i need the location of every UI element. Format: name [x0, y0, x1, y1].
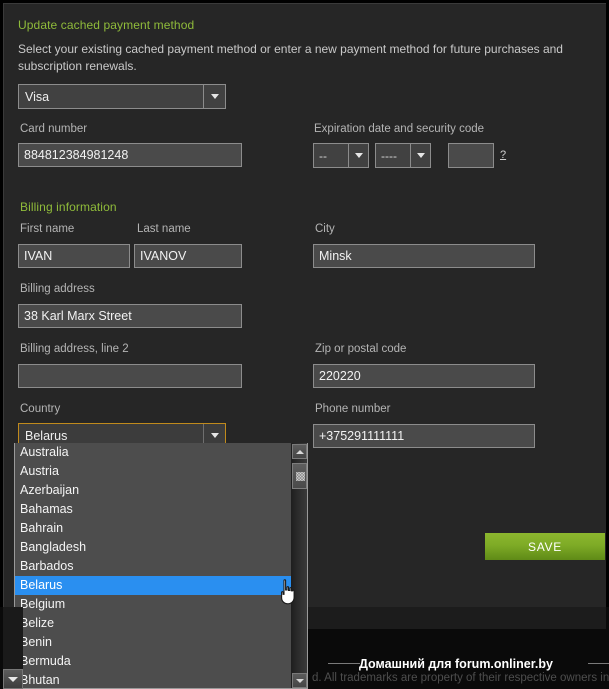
country-label: Country: [20, 403, 61, 415]
zip-input[interactable]: [313, 364, 535, 388]
billing-section-title: Billing information: [20, 200, 117, 214]
city-label: City: [315, 223, 335, 235]
payment-method-select[interactable]: Visa: [18, 84, 226, 109]
country-option[interactable]: Belize: [15, 614, 292, 633]
country-option[interactable]: Bangladesh: [15, 538, 292, 557]
card-number-label: Card number: [20, 123, 88, 135]
grip-icon: [296, 472, 305, 481]
save-button[interactable]: SAVE: [485, 533, 605, 560]
page-title: Update cached payment method: [18, 18, 195, 32]
last-name-input[interactable]: [134, 244, 242, 268]
security-code-input[interactable]: [448, 143, 494, 168]
scroll-down-arrow-icon[interactable]: [292, 673, 307, 688]
legal-text: d. All trademarks are property of their …: [312, 672, 609, 684]
country-option[interactable]: Bermuda: [15, 652, 292, 671]
country-option[interactable]: Bhutan: [15, 671, 292, 688]
scroll-up-arrow-icon[interactable]: [292, 444, 307, 459]
country-option[interactable]: Barbados: [15, 557, 292, 576]
zip-label: Zip or postal code: [315, 343, 407, 355]
first-name-label: First name: [20, 223, 75, 235]
billing-address-2-label: Billing address, line 2: [20, 343, 129, 355]
scroll-down-arrow-icon[interactable]: [3, 669, 23, 689]
country-option[interactable]: Belarus: [15, 576, 307, 595]
country-option[interactable]: Bahamas: [15, 500, 292, 519]
security-code-help-link[interactable]: ?: [500, 149, 506, 161]
card-number-input[interactable]: [18, 143, 242, 167]
page-scrollbar-track[interactable]: [3, 607, 23, 669]
chevron-down-icon[interactable]: [348, 144, 368, 167]
country-option[interactable]: Austria: [15, 462, 292, 481]
expiry-year-value: ----: [381, 148, 397, 163]
country-option[interactable]: Australia: [15, 443, 292, 462]
country-dropdown-list[interactable]: Australia Austria Azerbaijan Bahamas Bahrain…: [14, 443, 308, 689]
country-option[interactable]: Bahrain: [15, 519, 292, 538]
last-name-label: Last name: [137, 223, 191, 235]
expiry-month-select[interactable]: --: [313, 143, 369, 168]
city-input[interactable]: [313, 244, 535, 268]
dropdown-scrollbar-thumb[interactable]: [292, 463, 307, 489]
watermark-rule-left: [328, 663, 360, 664]
watermark-rule-right: [588, 663, 609, 664]
billing-address-label: Billing address: [20, 283, 95, 295]
expiration-label: Expiration date and security code: [314, 123, 485, 135]
country-option[interactable]: Belgium: [15, 595, 292, 614]
first-name-input[interactable]: [18, 244, 130, 268]
country-option[interactable]: Azerbaijan: [15, 481, 292, 500]
phone-label: Phone number: [315, 403, 391, 415]
country-value: Belarus: [25, 428, 68, 443]
country-option[interactable]: Benin: [15, 633, 292, 652]
phone-input[interactable]: [313, 424, 535, 448]
expiry-year-select[interactable]: ----: [375, 143, 431, 168]
chevron-down-icon[interactable]: [410, 144, 430, 167]
watermark: Домашний для forum.onliner.by: [359, 657, 553, 671]
intro-text: Select your existing cached payment meth…: [18, 42, 563, 73]
country-dropdown-options: Australia Austria Azerbaijan Bahamas Bahrain…: [15, 443, 307, 688]
billing-address-2-input[interactable]: [18, 364, 242, 388]
expiry-month-value: --: [319, 148, 327, 163]
chevron-down-icon[interactable]: [203, 85, 225, 108]
dropdown-scrollbar[interactable]: [291, 443, 307, 688]
billing-address-input[interactable]: [18, 304, 242, 328]
payment-method-value: Visa: [25, 89, 50, 104]
